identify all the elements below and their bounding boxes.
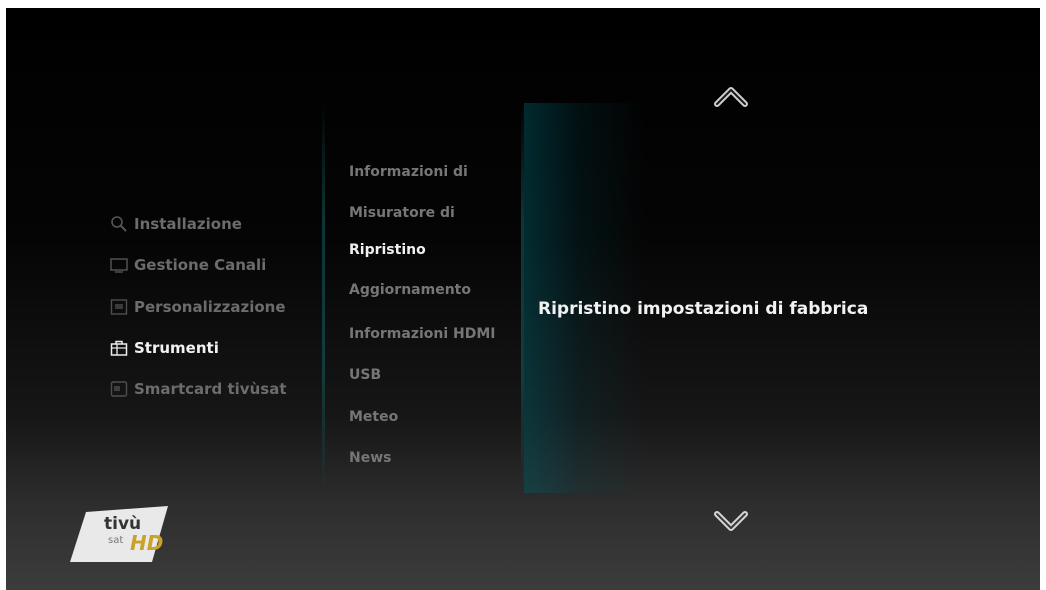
search-icon bbox=[110, 215, 128, 233]
chevron-down-icon[interactable] bbox=[711, 508, 751, 536]
tv-screen: Installazione Gestione Canali Personaliz… bbox=[6, 8, 1040, 590]
submenu-item-aggiornamento[interactable]: Aggiornamento bbox=[349, 278, 471, 302]
menu-item-label: Smartcard tivùsat bbox=[134, 380, 287, 398]
menu-item-installazione[interactable]: Installazione bbox=[110, 210, 242, 238]
menu-item-personalizzazione[interactable]: Personalizzazione bbox=[110, 293, 286, 321]
toolbox-icon bbox=[110, 339, 128, 357]
detail-description: Ripristino impostazioni di fabbrica bbox=[538, 299, 868, 319]
smartcard-icon bbox=[110, 380, 128, 398]
submenu-item-meteo[interactable]: Meteo bbox=[349, 405, 398, 429]
column-divider bbox=[322, 103, 325, 493]
submenu-item-usb[interactable]: USB bbox=[349, 363, 381, 387]
menu-item-label: Gestione Canali bbox=[134, 256, 267, 274]
menu-item-gestione-canali[interactable]: Gestione Canali bbox=[110, 251, 266, 279]
menu-item-strumenti[interactable]: Strumenti bbox=[110, 334, 219, 362]
settings-icon bbox=[110, 298, 128, 316]
tivusat-hd-logo: tivù sat HD bbox=[68, 504, 178, 566]
main-menu: Installazione Gestione Canali Personaliz… bbox=[6, 8, 326, 590]
logo-sub: sat bbox=[108, 535, 124, 546]
submenu-item-informazioni[interactable]: Informazioni di bbox=[349, 160, 468, 184]
submenu-item-informazioni-hdmi[interactable]: Informazioni HDMI bbox=[349, 322, 496, 346]
menu-item-label: Personalizzazione bbox=[134, 298, 286, 316]
chevron-up-icon[interactable] bbox=[711, 82, 751, 110]
submenu-item-news[interactable]: News bbox=[349, 446, 391, 470]
submenu-item-misuratore[interactable]: Misuratore di bbox=[349, 201, 455, 225]
menu-item-label: Strumenti bbox=[134, 339, 219, 357]
menu-item-smartcard[interactable]: Smartcard tivùsat bbox=[110, 375, 286, 403]
menu-item-label: Installazione bbox=[134, 215, 242, 233]
submenu-item-ripristino[interactable]: Ripristino bbox=[349, 238, 426, 262]
detail-highlight bbox=[524, 103, 644, 493]
tv-icon bbox=[110, 256, 128, 274]
logo-hd: HD bbox=[130, 531, 164, 555]
